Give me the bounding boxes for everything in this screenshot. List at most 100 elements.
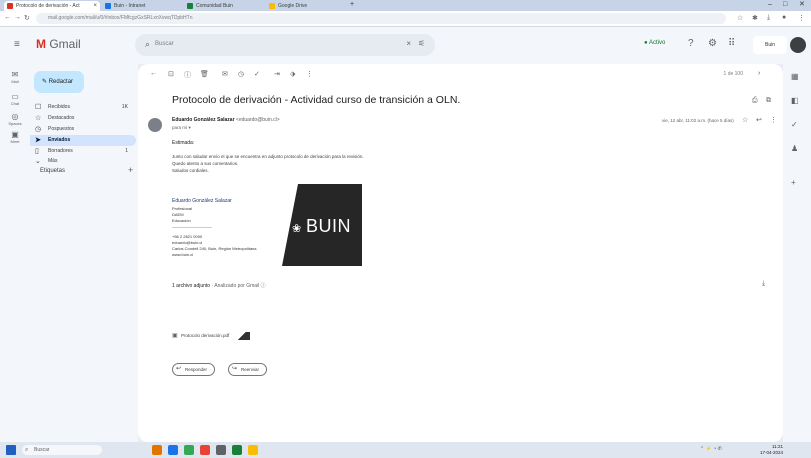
- settings-gear-icon[interactable]: ⚙: [708, 38, 717, 49]
- tab-title: Google Drive: [278, 3, 308, 9]
- open-new-window-icon[interactable]: ⧉: [766, 97, 771, 105]
- delete-icon[interactable]: 🗑: [200, 70, 209, 78]
- system-tray-icons[interactable]: ⌃ ⚡ ◔ ✆: [700, 446, 722, 452]
- sidebar-item-label: Recibidos: [48, 104, 70, 110]
- tab-title: Buin - Intranet: [114, 3, 146, 9]
- clock-icon: ◷: [35, 126, 42, 133]
- sender-avatar[interactable]: [148, 118, 162, 132]
- os-taskbar: ⌕ Buscar ⌃ ⚡ ◔ ✆ 11:21 17-04-2024: [0, 442, 811, 458]
- taskbar-clock[interactable]: 11:21 17-04-2024: [760, 444, 783, 456]
- forward-icon: ↪: [232, 366, 238, 372]
- tab-title: Protocolo de derivación - Act: [16, 3, 80, 9]
- taskbar-app-icon[interactable]: [152, 445, 162, 455]
- taskbar-app-icon[interactable]: [184, 445, 194, 455]
- account-avatar[interactable]: [790, 37, 806, 53]
- archive-icon[interactable]: ⊡: [168, 70, 174, 78]
- calendar-icon[interactable]: ▦: [791, 72, 799, 81]
- unread-count: 1K: [121, 104, 128, 110]
- close-tab-icon[interactable]: ×: [93, 1, 97, 11]
- mark-unread-icon[interactable]: ✉: [222, 70, 228, 78]
- print-icon[interactable]: ⎙: [752, 97, 758, 105]
- apps-grid-icon[interactable]: ⠿: [728, 38, 735, 49]
- windows-start-icon[interactable]: [6, 445, 16, 455]
- reload-icon[interactable]: ↻: [24, 14, 30, 22]
- keep-icon[interactable]: ◧: [791, 96, 799, 105]
- forward-arrow-icon[interactable]: →: [14, 14, 21, 21]
- sidebar-item-label: Más: [48, 158, 58, 164]
- taskbar-app-icon[interactable]: [200, 445, 210, 455]
- attachments-count: 1 archivo adjunto: [172, 283, 211, 289]
- taskbar-app-icon[interactable]: [232, 445, 242, 455]
- chat-icon: ▭: [11, 92, 19, 101]
- email-signature: Eduardo González Salazar Profesional DAE…: [172, 184, 362, 266]
- search-icon[interactable]: ⌕: [145, 39, 150, 50]
- add-addon-icon[interactable]: +: [791, 178, 796, 187]
- gmail-logo[interactable]: M Gmail: [36, 37, 81, 51]
- older-icon[interactable]: ›: [758, 70, 760, 77]
- browser-tab-drive[interactable]: Google Drive: [266, 1, 346, 11]
- site-favicon-icon: [269, 3, 275, 9]
- add-label-icon[interactable]: +: [128, 165, 133, 175]
- recipient-details[interactable]: para mí ▾: [172, 125, 191, 131]
- back-to-list-icon[interactable]: ←: [150, 70, 157, 77]
- download-all-icon[interactable]: ⤓: [762, 280, 765, 288]
- url-text: mail.google.com/mail/u/0/#inbox/FMfcgzGx…: [48, 15, 193, 21]
- taskbar-app-icon[interactable]: [216, 445, 226, 455]
- reply-icon[interactable]: ↩: [756, 116, 762, 124]
- sender-line[interactable]: Eduardo González Salazar <eduardo@buin.c…: [172, 117, 280, 123]
- message-body-line: Junto con saludar envío el que se encuen…: [172, 154, 364, 159]
- taskbar-app-icon[interactable]: [248, 445, 258, 455]
- rail-label: Meet: [10, 139, 20, 144]
- message-more-icon[interactable]: ⋮: [770, 116, 777, 124]
- signature-line: www.buin.cl: [172, 252, 194, 257]
- browser-tab-intranet[interactable]: Buin - Intranet: [102, 1, 182, 11]
- reply-button[interactable]: ↩ Responder: [172, 363, 216, 376]
- move-to-icon[interactable]: ⇥: [274, 70, 280, 78]
- main-menu-icon[interactable]: ≡: [14, 39, 20, 50]
- clock-date: 17-04-2024: [760, 450, 784, 455]
- maximize-button[interactable]: □: [783, 0, 787, 10]
- browser-tab-comunidad[interactable]: Comunidad Buin: [184, 1, 264, 11]
- label-icon[interactable]: ⬗: [290, 70, 295, 78]
- sidebar-item-starred[interactable]: ☆ Destacados: [30, 113, 136, 124]
- rail-chat[interactable]: ▭ Chat: [4, 92, 26, 106]
- new-tab-icon[interactable]: +: [350, 0, 354, 10]
- tasks-icon[interactable]: ✓: [791, 120, 798, 129]
- help-icon[interactable]: ?: [688, 38, 694, 49]
- forward-button[interactable]: ↪ Reenviar: [228, 363, 268, 376]
- more-options-icon[interactable]: ⋮: [306, 70, 313, 78]
- close-window-button[interactable]: ✕: [799, 0, 805, 10]
- snooze-icon[interactable]: ◷: [238, 70, 244, 78]
- profile-icon[interactable]: ●: [782, 14, 786, 21]
- bookmark-star-icon[interactable]: ☆: [737, 14, 743, 22]
- star-icon[interactable]: ☆: [742, 116, 748, 124]
- draft-count: 1: [125, 148, 128, 154]
- downloads-icon[interactable]: ⤓: [767, 14, 770, 22]
- rail-mail[interactable]: ✉ Mail: [4, 70, 26, 84]
- browser-menu-icon[interactable]: ⋮: [798, 14, 805, 22]
- taskbar-search[interactable]: ⌕ Buscar: [22, 445, 102, 455]
- minimize-button[interactable]: –: [768, 0, 772, 10]
- back-arrow-icon[interactable]: ←: [4, 14, 11, 21]
- status-selector[interactable]: ● Activo: [644, 40, 665, 46]
- sidebar-item-sent[interactable]: ➤ Enviados: [30, 135, 136, 146]
- extensions-icon[interactable]: ✱: [752, 14, 758, 22]
- mail-search-bar[interactable]: ⌕ Buscar × ⚟: [135, 34, 435, 56]
- search-options-icon[interactable]: ⚟: [418, 39, 425, 48]
- url-input[interactable]: mail.google.com/mail/u/0/#inbox/FMfcgzGx…: [36, 13, 726, 24]
- compose-button[interactable]: ✎ Redactar: [34, 71, 84, 93]
- gmail-favicon-icon: [7, 3, 13, 9]
- attachment-chip[interactable]: ▣ Protocolo derivación.pdf: [172, 331, 250, 341]
- sidebar-item-more[interactable]: ⌄ Más: [30, 156, 90, 167]
- sidebar-item-snoozed[interactable]: ◷ Pospuestos: [30, 124, 136, 135]
- clear-search-icon[interactable]: ×: [406, 39, 411, 48]
- contacts-icon[interactable]: ♟: [791, 144, 798, 153]
- add-task-icon[interactable]: ✓: [254, 70, 260, 78]
- sidebar-item-inbox[interactable]: ☐ Recibidos 1K: [30, 102, 136, 113]
- taskbar-app-icon[interactable]: [168, 445, 178, 455]
- rail-spaces[interactable]: ◎ Spaces: [4, 112, 26, 126]
- browser-tab-gmail[interactable]: Protocolo de derivación - Act ×: [4, 1, 100, 11]
- organization-logo: Buin: [753, 36, 787, 54]
- rail-meet[interactable]: ▣ Meet: [4, 130, 26, 144]
- report-spam-icon[interactable]: ⓘ: [184, 70, 191, 80]
